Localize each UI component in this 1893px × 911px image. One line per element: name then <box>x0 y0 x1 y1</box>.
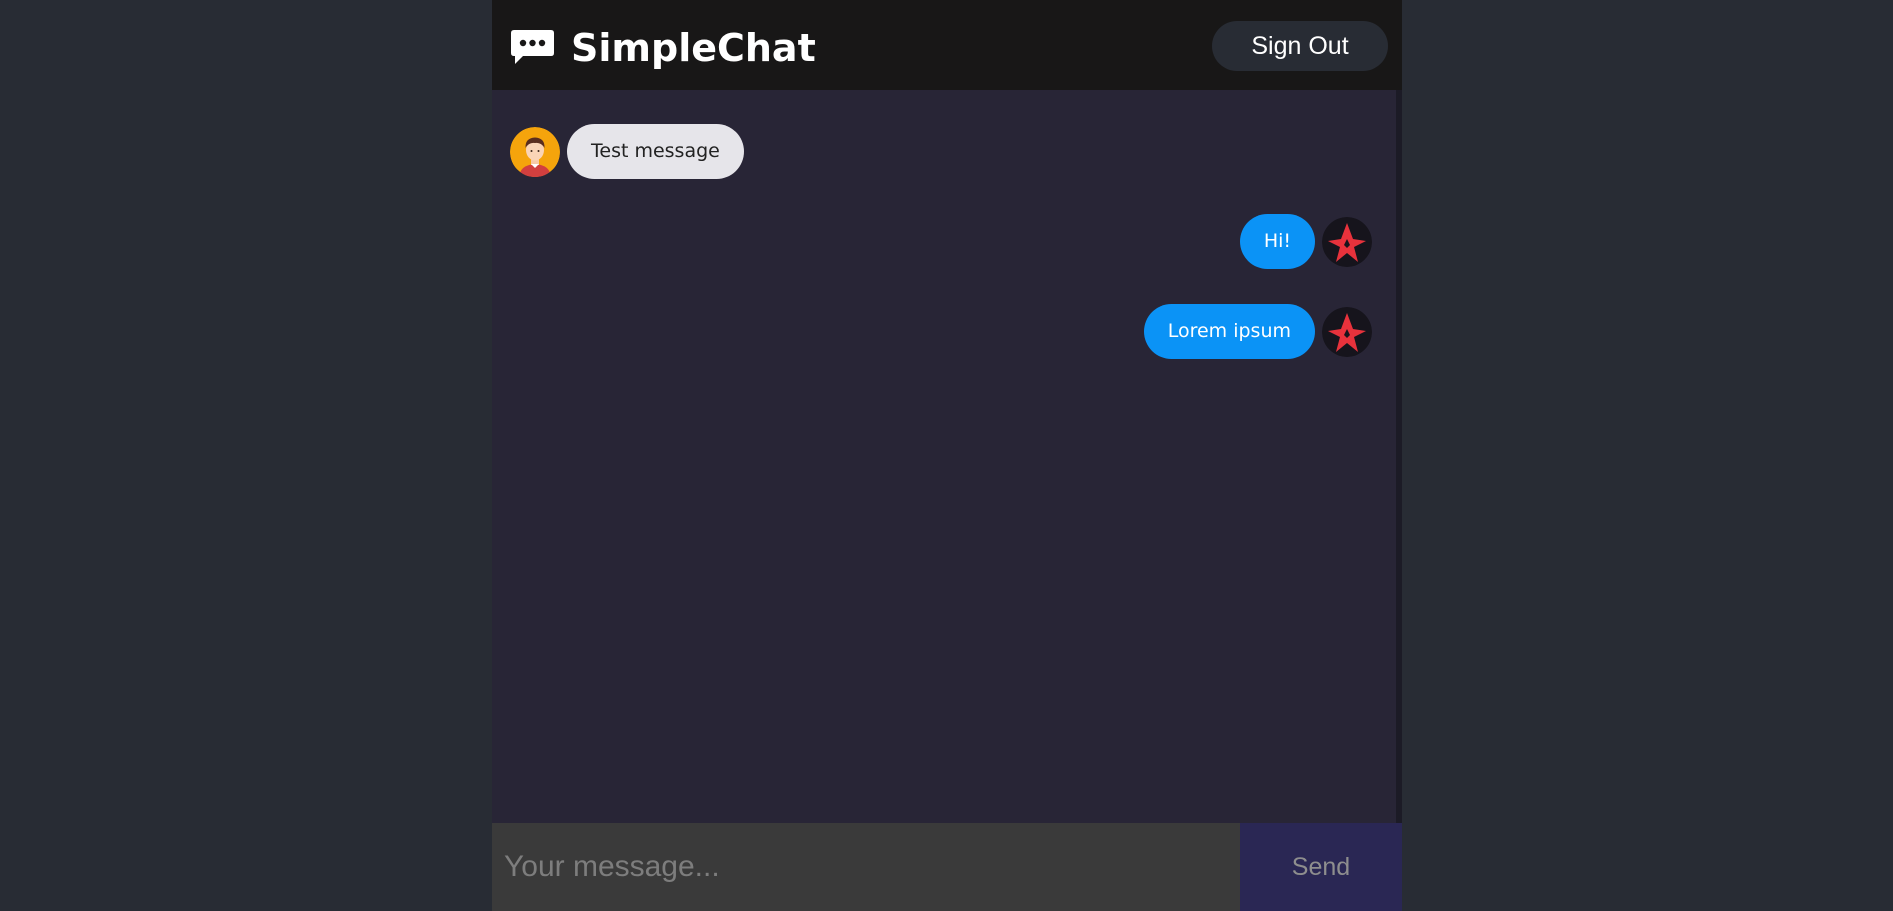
message-list[interactable]: Test message Hi! Lorem ipsum <box>492 90 1397 823</box>
message-input[interactable] <box>492 823 1240 911</box>
scrollbar[interactable] <box>1396 90 1402 823</box>
star-logo-icon <box>1322 306 1372 357</box>
app-title: SimpleChat <box>571 26 816 70</box>
chat-app: SimpleChat Sign Out Test message Hi! Lor… <box>492 0 1402 911</box>
star-logo-avatar <box>1322 306 1372 357</box>
message-item: Hi! <box>1239 214 1372 269</box>
app-header: SimpleChat Sign Out <box>492 0 1402 90</box>
message-text: Test message <box>567 124 744 179</box>
person-icon <box>510 126 560 177</box>
message-item: Test message <box>510 124 744 179</box>
message-composer: Send <box>492 823 1402 911</box>
message-text: Hi! <box>1239 214 1315 269</box>
send-button[interactable]: Send <box>1240 823 1402 911</box>
message-text: Lorem ipsum <box>1143 304 1315 359</box>
user-avatar <box>510 126 560 177</box>
star-logo-avatar <box>1322 216 1372 267</box>
chat-bubble-icon <box>511 30 554 64</box>
star-logo-icon <box>1322 216 1372 267</box>
message-item: Lorem ipsum <box>1143 304 1372 359</box>
sign-out-button[interactable]: Sign Out <box>1212 21 1388 71</box>
